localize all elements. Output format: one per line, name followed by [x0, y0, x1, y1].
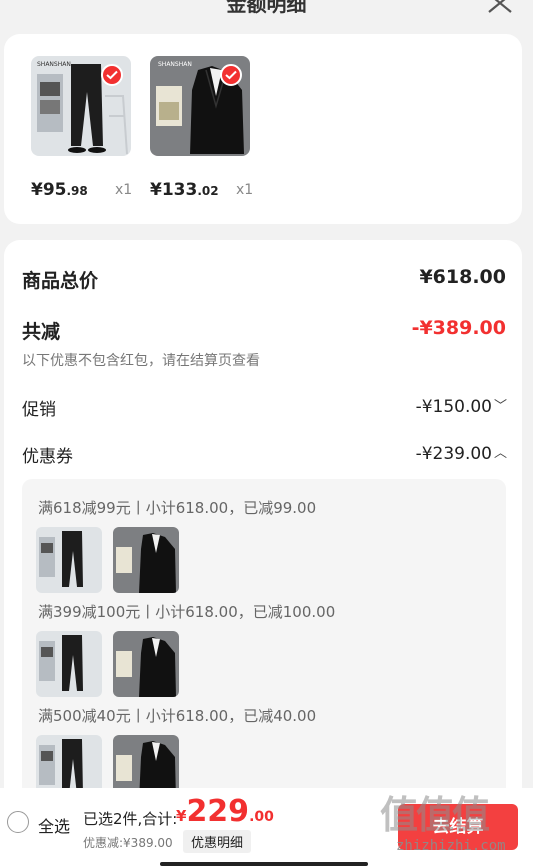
watermark-logo: 值值值	[380, 793, 490, 837]
coupon-value: -¥239.00	[415, 444, 492, 464]
product-thumbnail-pants[interactable]: SHANSHAN	[31, 56, 131, 156]
total-decimal: .00	[249, 809, 274, 825]
coupon-group-title: 满500减40元丨小计618.00，已减40.00	[38, 707, 317, 725]
brand-mark: SHANSHAN	[37, 61, 71, 68]
select-all-label[interactable]: 全选	[38, 813, 70, 837]
total-reduce-label: 共减	[22, 321, 61, 343]
total-integer: 229	[186, 794, 250, 829]
total-currency: ¥	[176, 807, 187, 825]
brand-mark: SHANSHAN	[158, 61, 192, 68]
total-price-label: 商品总价	[22, 270, 99, 292]
selected-check-icon	[220, 64, 242, 86]
coupon-label: 优惠券	[22, 447, 73, 467]
total-reduce-value: -¥389.00	[411, 317, 506, 339]
coupon-item-thumbnail-blazer	[113, 631, 179, 697]
sheet-title: 金额明细	[226, 0, 307, 16]
item-price-dec: .98	[66, 184, 88, 198]
item-quantity: x1	[115, 182, 133, 198]
blazer-image-icon	[116, 533, 176, 593]
selected-check-icon	[101, 64, 123, 86]
promo-value: -¥150.00	[415, 397, 492, 417]
item-quantity: x1	[236, 182, 254, 198]
discount-note-text: 以下优惠不包含红包，请在结算页查看	[22, 353, 260, 369]
site-watermark: 值值值 zhizhizhi.com	[380, 784, 530, 854]
coupon-group-title: 满399减100元丨小计618.00，已减100.00	[38, 603, 336, 621]
discount-detail-button[interactable]: 优惠明细	[183, 830, 252, 853]
total-price-value: ¥618.00	[419, 266, 506, 288]
product-thumbnail-blazer[interactable]: SHANSHAN	[150, 56, 250, 156]
item-price: ¥133.02	[150, 180, 219, 200]
pants-image-icon	[39, 635, 83, 691]
amount-detail-card: 商品总价 ¥618.00 共减 -¥389.00 以下优惠不包含红包，请在结算页…	[4, 240, 522, 866]
coupon-item-thumbnail-blazer	[113, 527, 179, 593]
coupon-group-title: 满618减99元丨小计618.00，已减99.00	[38, 499, 317, 517]
coupon-item-thumbnail-pants	[36, 527, 102, 593]
close-icon[interactable]	[487, 0, 513, 14]
coupon-item-thumbnail-pants	[36, 631, 102, 697]
discount-amount: 优惠减:¥389.00	[83, 836, 173, 850]
item-price-int: ¥133	[150, 180, 198, 200]
item-price: ¥95.98	[31, 180, 88, 200]
sheet-header: 金额明细	[0, 0, 533, 30]
item-price-dec: .02	[197, 184, 219, 198]
home-indicator	[160, 862, 368, 866]
selected-summary: 已选2件,合计:	[83, 810, 178, 828]
chevron-up-icon[interactable]: ︿	[494, 442, 507, 461]
coupon-value-wrap: -¥239.00 ︿	[415, 442, 507, 464]
item-price-int: ¥95	[31, 180, 67, 200]
chevron-down-icon[interactable]: ﹀	[494, 395, 507, 414]
pants-image-icon	[39, 531, 83, 587]
blazer-image-icon	[116, 637, 176, 697]
watermark-url: zhizhizhi.com	[396, 838, 506, 854]
selected-items-card: SHANSHAN ¥95.98 x1 SHANSHAN ¥133.02 x1	[4, 34, 522, 224]
promo-value-wrap: -¥150.00 ﹀	[415, 395, 507, 417]
total-amount: ¥229.00	[176, 794, 274, 829]
promo-label: 促销	[22, 400, 56, 420]
select-all-radio[interactable]	[7, 811, 29, 833]
